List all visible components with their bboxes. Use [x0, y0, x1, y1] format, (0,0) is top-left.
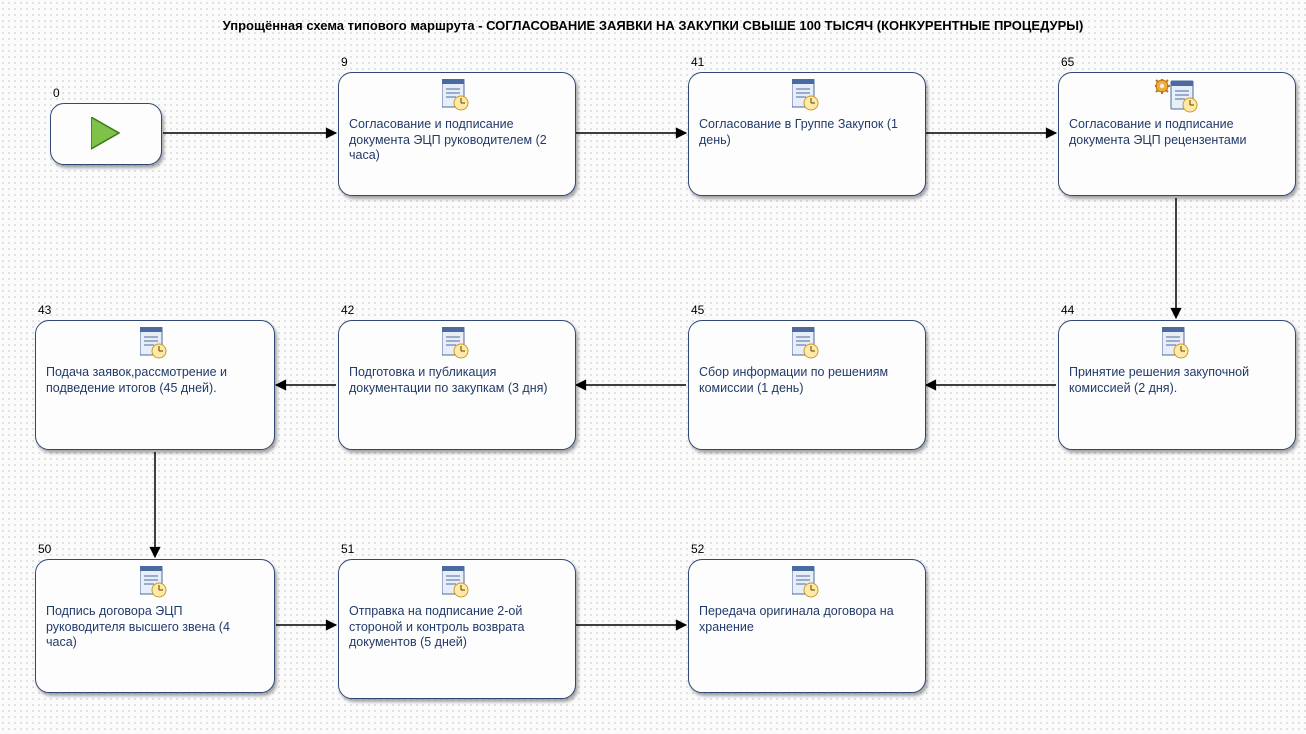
document-clock-icon — [792, 79, 822, 113]
node-number: 0 — [53, 86, 60, 100]
node-label: Подготовка и публикация документации по … — [349, 365, 565, 396]
node-number: 65 — [1061, 55, 1074, 70]
document-clock-icon — [442, 79, 472, 113]
node-number: 43 — [38, 303, 51, 318]
play-icon — [91, 117, 121, 151]
task-node-41[interactable]: 41 Согласование в Группе Закупок (1 день… — [688, 72, 926, 196]
node-number: 50 — [38, 542, 51, 557]
task-node-42[interactable]: 42 Подготовка и публикация документации … — [338, 320, 576, 450]
task-node-43[interactable]: 43 Подача заявок,рассмотрение и подведен… — [35, 320, 275, 450]
document-clock-icon — [442, 566, 472, 600]
document-clock-icon — [792, 327, 822, 361]
gear-document-icon — [1155, 79, 1199, 115]
node-number: 45 — [691, 303, 704, 318]
node-label: Согласование в Группе Закупок (1 день) — [699, 117, 915, 148]
document-clock-icon — [1162, 327, 1192, 361]
task-node-9[interactable]: 9 Согласование и подписание документа ЭЦ… — [338, 72, 576, 196]
diagram-title: Упрощённая схема типового маршрута - СОГ… — [0, 18, 1306, 33]
node-label: Подача заявок,рассмотрение и подведение … — [46, 365, 264, 396]
node-label: Отправка на подписание 2-ой стороной и к… — [349, 604, 565, 651]
node-label: Согласование и подписание документа ЭЦП … — [349, 117, 565, 164]
node-number: 44 — [1061, 303, 1074, 318]
document-clock-icon — [442, 327, 472, 361]
start-node[interactable]: 0 — [50, 103, 162, 165]
node-label: Сбор информации по решениям комиссии (1 … — [699, 365, 915, 396]
node-number: 9 — [341, 55, 348, 70]
node-label: Принятие решения закупочной комиссией (2… — [1069, 365, 1285, 396]
task-node-52[interactable]: 52 Передача оригинала договора на хранен… — [688, 559, 926, 693]
task-node-44[interactable]: 44 Принятие решения закупочной комиссией… — [1058, 320, 1296, 450]
node-number: 51 — [341, 542, 354, 557]
task-node-65[interactable]: 65 Согласование и подписание документа Э… — [1058, 72, 1296, 196]
node-label: Согласование и подписание документа ЭЦП … — [1069, 117, 1285, 148]
document-clock-icon — [140, 566, 170, 600]
node-number: 42 — [341, 303, 354, 318]
task-node-50[interactable]: 50 Подпись договора ЭЦП руководителя выс… — [35, 559, 275, 693]
node-label: Подпись договора ЭЦП руководителя высшег… — [46, 604, 264, 651]
node-label: Передача оригинала договора на хранение — [699, 604, 915, 635]
node-number: 41 — [691, 55, 704, 70]
node-number: 52 — [691, 542, 704, 557]
task-node-51[interactable]: 51 Отправка на подписание 2-ой стороной … — [338, 559, 576, 699]
document-clock-icon — [140, 327, 170, 361]
task-node-45[interactable]: 45 Сбор информации по решениям комиссии … — [688, 320, 926, 450]
document-clock-icon — [792, 566, 822, 600]
